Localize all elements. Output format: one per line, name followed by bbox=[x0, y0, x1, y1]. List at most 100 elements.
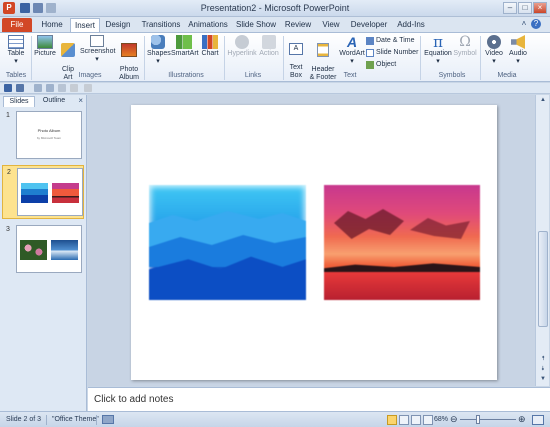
scroll-up-icon[interactable]: ▲ bbox=[538, 96, 548, 105]
ribbon-tabs: File Home Insert Design Transitions Anim… bbox=[0, 17, 550, 32]
chart-button[interactable]: Chart bbox=[199, 35, 221, 58]
pi-icon: π bbox=[433, 33, 443, 51]
group-links: Links bbox=[244, 72, 262, 79]
zoom-out-icon[interactable]: ⊖ bbox=[450, 414, 458, 425]
header-footer-icon bbox=[317, 43, 329, 57]
sunset-thumb bbox=[52, 183, 79, 203]
undo-icon[interactable] bbox=[16, 84, 24, 92]
next-slide-icon[interactable]: ⯯ bbox=[538, 365, 548, 374]
group-symbols: Symbols bbox=[438, 72, 466, 79]
zoom-slider-handle[interactable] bbox=[476, 415, 480, 424]
wordart-button[interactable]: A WordArt ▾ bbox=[339, 35, 365, 66]
quick-access-toolbar bbox=[0, 83, 550, 94]
symbol-button[interactable]: Ω Symbol bbox=[453, 35, 477, 58]
zoom-level[interactable]: 68% bbox=[434, 416, 448, 423]
slide-thumbnail-2[interactable]: 2 bbox=[2, 165, 84, 219]
tab-animations[interactable]: Animations bbox=[186, 18, 230, 32]
slide1-subtitle: by Microsoft Team bbox=[36, 136, 62, 140]
window-title: Presentation2 - Microsoft PowerPoint bbox=[200, 3, 350, 13]
window-controls: – □ × bbox=[503, 2, 547, 14]
minimize-ribbon-icon[interactable]: ˄ bbox=[519, 19, 529, 29]
header-footer-button[interactable]: Header & Footer bbox=[308, 35, 338, 90]
screenshot-button[interactable]: Screenshot ▾ bbox=[80, 35, 115, 64]
smartart-icon bbox=[176, 35, 192, 49]
slide1-title: Photo Album bbox=[37, 128, 61, 133]
table-button[interactable]: Table ▾ bbox=[4, 35, 28, 66]
slide-thumbnail-3[interactable]: 3 bbox=[2, 223, 84, 277]
spellcheck-icon[interactable] bbox=[102, 415, 114, 424]
pane-tabs: Slides Outline × bbox=[0, 95, 87, 107]
speaker-icon bbox=[511, 35, 525, 49]
slide-show-icon[interactable] bbox=[423, 415, 433, 425]
table-icon bbox=[8, 35, 24, 49]
audio-button[interactable]: Audio ▾ bbox=[507, 35, 529, 66]
slide-sorter-icon[interactable] bbox=[399, 415, 409, 425]
tab-file[interactable]: File bbox=[2, 18, 32, 32]
current-slide[interactable] bbox=[131, 105, 497, 380]
theme-name: "Office Theme" bbox=[52, 416, 99, 423]
paste-icon[interactable] bbox=[58, 84, 66, 92]
copy-icon[interactable] bbox=[46, 84, 54, 92]
mountains-thumb bbox=[21, 183, 48, 203]
notes-pane[interactable]: Click to add notes bbox=[88, 387, 550, 411]
tab-slide-show[interactable]: Slide Show bbox=[234, 18, 278, 32]
reading-view-icon[interactable] bbox=[411, 415, 421, 425]
date-time-button[interactable]: Date & Time bbox=[366, 36, 415, 45]
sunset-image[interactable] bbox=[324, 185, 480, 300]
tab-design[interactable]: Design bbox=[102, 18, 134, 32]
previous-slide-icon[interactable]: ⯭ bbox=[538, 355, 548, 364]
waterfall-thumb bbox=[51, 240, 78, 260]
format-icon[interactable] bbox=[70, 84, 78, 92]
close-pane-icon[interactable]: × bbox=[78, 96, 83, 105]
maximize-icon[interactable]: □ bbox=[518, 2, 532, 14]
slides-pane: Slides Outline × 1 Photo Album by Micros… bbox=[0, 95, 87, 411]
action-button[interactable]: Action bbox=[258, 35, 280, 58]
action-icon bbox=[262, 35, 276, 49]
slide-number-button[interactable]: Slide Number bbox=[366, 48, 418, 57]
normal-view-icon[interactable] bbox=[387, 415, 397, 425]
smartart-button[interactable]: SmartArt bbox=[171, 35, 199, 58]
redo-icon[interactable] bbox=[34, 84, 42, 92]
tab-insert[interactable]: Insert bbox=[70, 18, 100, 32]
zoom-in-icon[interactable]: ⊕ bbox=[518, 414, 526, 425]
slide-editing-area bbox=[88, 95, 535, 386]
globe-icon bbox=[235, 35, 249, 49]
clip-art-button[interactable]: Clip Art bbox=[58, 35, 78, 90]
hyperlink-button[interactable]: Hyperlink bbox=[227, 35, 257, 58]
film-reel-icon bbox=[487, 35, 501, 49]
tab-add-ins[interactable]: Add-Ins bbox=[394, 18, 428, 32]
object-icon bbox=[366, 60, 374, 69]
shapes-button[interactable]: Shapes ▾ bbox=[147, 35, 171, 66]
tab-outline[interactable]: Outline bbox=[37, 96, 71, 107]
tab-review[interactable]: Review bbox=[283, 18, 313, 32]
close-icon[interactable]: × bbox=[533, 2, 547, 14]
object-button[interactable]: Object bbox=[366, 60, 396, 69]
scroll-thumb[interactable] bbox=[538, 231, 548, 327]
scroll-down-icon[interactable]: ▼ bbox=[538, 375, 548, 384]
tab-home[interactable]: Home bbox=[36, 18, 68, 32]
video-button[interactable]: Video ▾ bbox=[483, 35, 505, 66]
picture-button[interactable]: Picture bbox=[34, 35, 56, 58]
tab-developer[interactable]: Developer bbox=[348, 18, 390, 32]
status-bar: Slide 2 of 3 "Office Theme" 68% ⊖ ⊕ bbox=[0, 411, 550, 427]
omega-icon: Ω bbox=[459, 34, 471, 50]
mountains-image[interactable] bbox=[149, 185, 306, 300]
minimize-icon[interactable]: – bbox=[503, 2, 517, 14]
save-icon[interactable] bbox=[4, 84, 12, 92]
help-icon[interactable]: ? bbox=[531, 19, 541, 29]
ribbon-right-controls: ˄ ? bbox=[519, 19, 541, 29]
tab-slides[interactable]: Slides bbox=[3, 96, 35, 107]
photo-album-button[interactable]: Photo Album bbox=[116, 35, 142, 90]
group-tables: Tables bbox=[5, 72, 27, 79]
slide-thumbnail-1[interactable]: 1 Photo Album by Microsoft Team bbox=[2, 109, 84, 163]
fit-to-window-icon[interactable] bbox=[532, 415, 544, 425]
tab-transitions[interactable]: Transitions bbox=[138, 18, 184, 32]
text-box-button[interactable]: A Text Box bbox=[286, 35, 306, 88]
vertical-scrollbar[interactable]: ▲ ⯭ ⯯ ▼ bbox=[535, 95, 549, 386]
tab-view[interactable]: View bbox=[318, 18, 344, 32]
equation-button[interactable]: π Equation ▾ bbox=[423, 35, 453, 66]
customize-icon[interactable] bbox=[84, 84, 92, 92]
slide-indicator: Slide 2 of 3 bbox=[6, 416, 42, 423]
screenshot-icon bbox=[90, 35, 104, 47]
zoom-slider[interactable] bbox=[460, 419, 516, 420]
